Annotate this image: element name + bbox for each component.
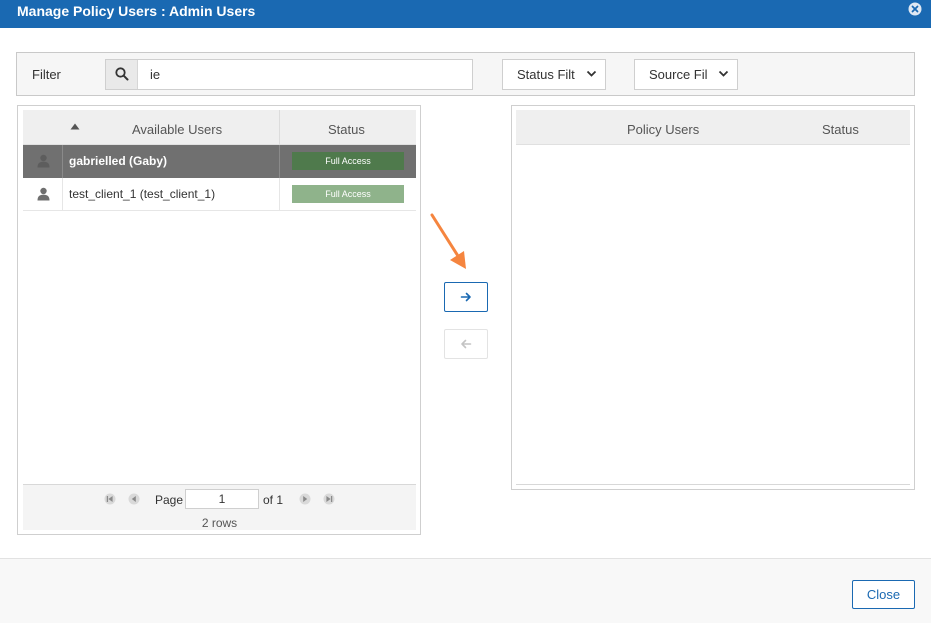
pagination-bar: Page of 1 2 rows (23, 484, 416, 530)
user-name: gabrielled (Gaby) (69, 154, 168, 168)
last-page-icon[interactable] (323, 493, 335, 505)
column-header-status[interactable]: Status (328, 122, 365, 137)
policy-users-panel: Policy Users Status (511, 105, 915, 490)
column-header-available-users[interactable]: Available Users (132, 122, 222, 137)
add-to-policy-button[interactable] (444, 282, 488, 312)
search-box[interactable] (105, 59, 473, 90)
dialog-titlebar: Manage Policy Users : Admin Users (0, 0, 931, 28)
next-page-icon[interactable] (299, 493, 311, 505)
previous-page-icon[interactable] (128, 493, 140, 505)
status-badge: Full Access (292, 185, 404, 203)
column-header-status[interactable]: Status (822, 122, 859, 137)
user-icon (37, 187, 50, 201)
filter-label: Filter (32, 67, 61, 82)
user-name: test_client_1 (test_client_1) (69, 187, 216, 201)
grid-bottom-border (516, 484, 910, 485)
cell-divider (279, 145, 280, 178)
cell-divider (62, 178, 63, 210)
page-label: Page (155, 493, 184, 507)
cell-divider (62, 145, 63, 178)
cell-divider (279, 178, 280, 210)
available-users-header: Available Users Status (23, 110, 416, 145)
table-row[interactable]: gabrielled (Gaby) Full Access (23, 145, 416, 178)
search-input[interactable] (150, 66, 450, 83)
available-users-panel: Available Users Status gabrielled (Gaby)… (17, 105, 421, 535)
arrow-right-icon (460, 292, 471, 302)
policy-users-header: Policy Users Status (516, 110, 910, 145)
column-divider (279, 110, 280, 145)
first-page-icon[interactable] (104, 493, 116, 505)
row-count: 2 rows (201, 516, 238, 530)
search-icon (115, 67, 129, 81)
column-header-policy-users[interactable]: Policy Users (627, 122, 699, 137)
row-icon-cell (23, 178, 62, 211)
dialog-title: Manage Policy Users : Admin Users (17, 3, 256, 19)
dialog-footer: Close (0, 558, 931, 623)
close-dialog-icon[interactable] (908, 2, 922, 16)
chevron-down-icon (718, 70, 729, 77)
filter-bar: Filter Status Filter Source Filter (16, 52, 915, 96)
user-icon (37, 154, 50, 168)
sort-ascending-icon[interactable] (70, 123, 80, 130)
status-badge: Full Access (292, 152, 404, 170)
row-icon-cell (23, 145, 62, 178)
page-number-input[interactable] (185, 489, 259, 509)
status-filter-value: Status Filter (517, 67, 575, 82)
arrow-left-icon (461, 339, 472, 349)
remove-from-policy-button[interactable] (444, 329, 488, 359)
status-filter-select[interactable]: Status Filter (502, 59, 606, 90)
chevron-down-icon (586, 70, 597, 77)
pointer-arrow-icon (430, 213, 466, 269)
close-button[interactable]: Close (852, 580, 915, 609)
table-row[interactable]: test_client_1 (test_client_1) Full Acces… (23, 178, 416, 211)
source-filter-select[interactable]: Source Filter (634, 59, 738, 90)
search-button[interactable] (106, 60, 138, 89)
source-filter-value: Source Filter (649, 67, 707, 82)
page-total-label: of 1 (263, 493, 284, 507)
